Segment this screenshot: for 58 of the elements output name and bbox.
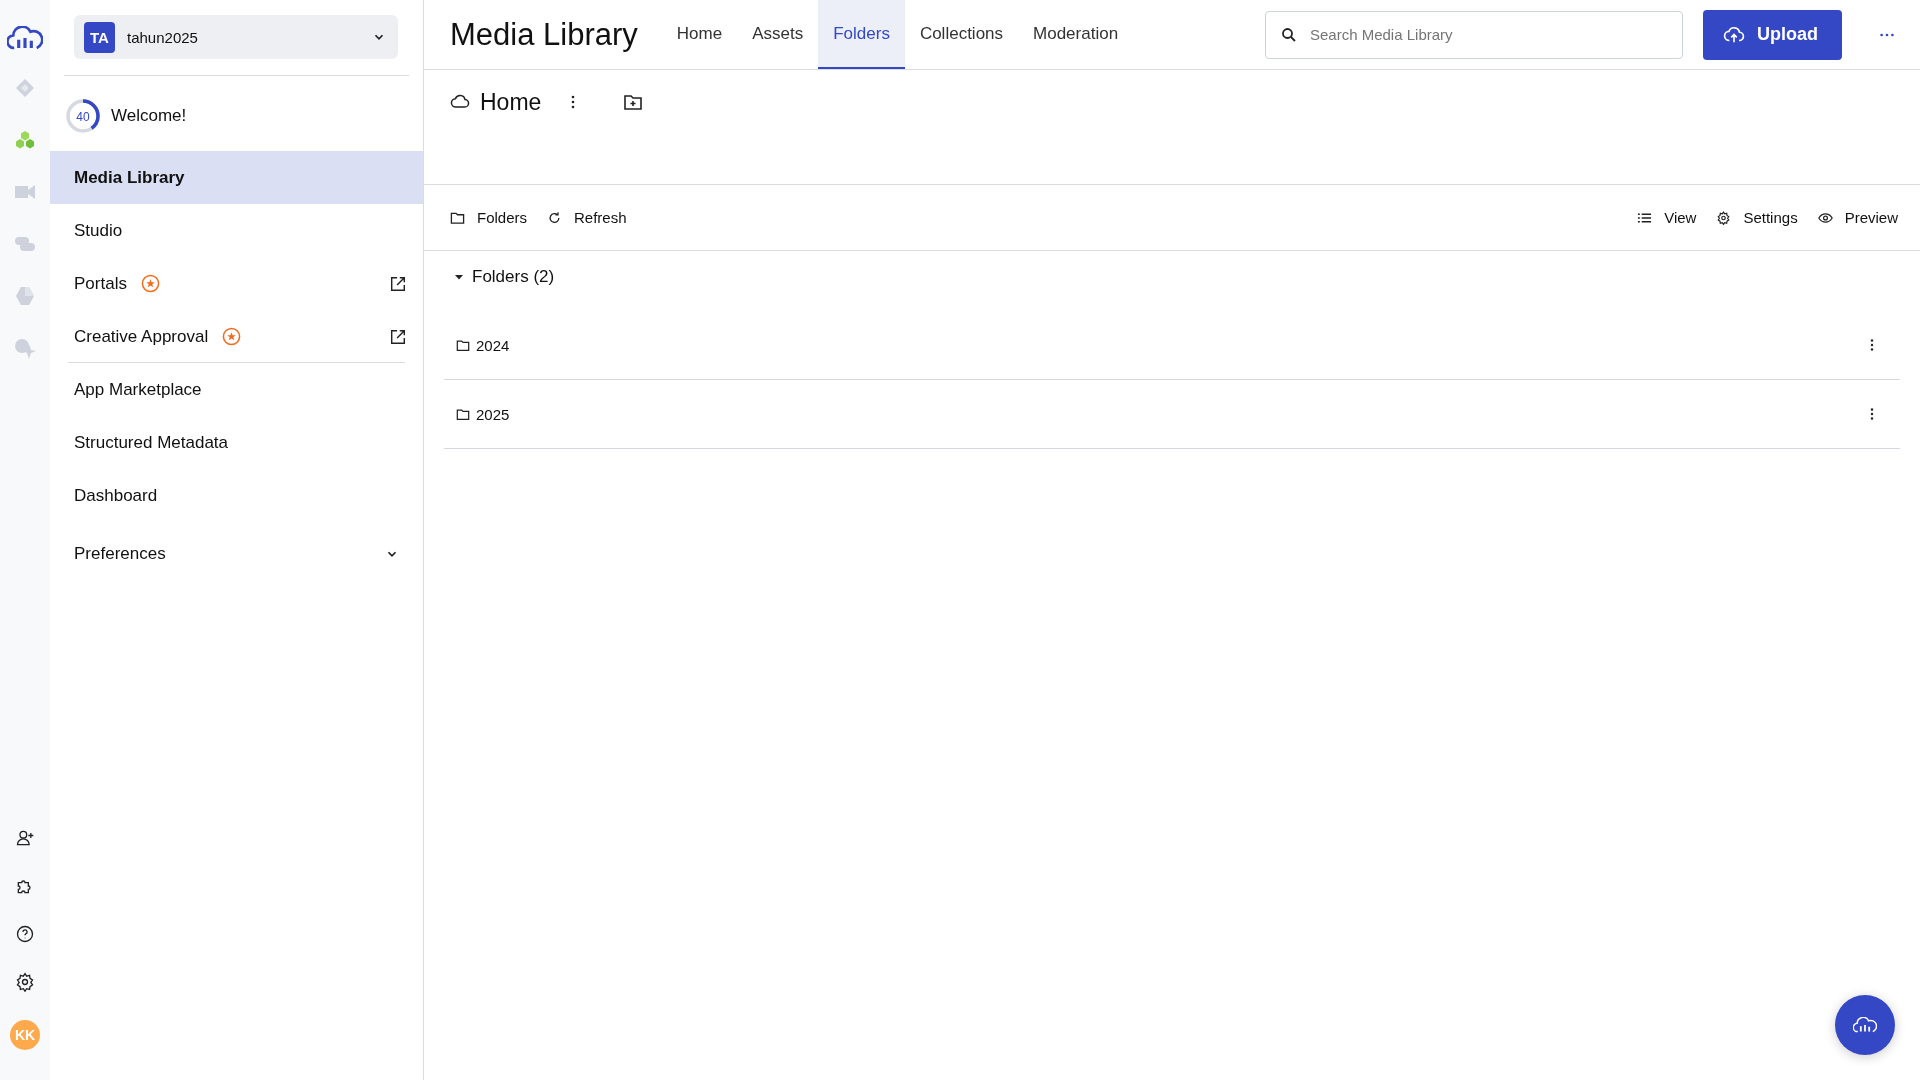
sidebar-item[interactable]: Portals: [50, 257, 423, 310]
kebab-menu-icon[interactable]: [571, 95, 576, 109]
more-icon[interactable]: [1878, 31, 1896, 38]
cloud-logo-icon: [1853, 1017, 1877, 1033]
folder-icon: [456, 407, 470, 421]
toolbar-button[interactable]: View: [1629, 203, 1705, 232]
sidebar-item[interactable]: Dashboard: [50, 469, 423, 522]
kebab-menu-icon[interactable]: [1870, 338, 1874, 352]
folder-name: 2025: [476, 405, 511, 423]
toolbar-button[interactable]: Preview: [1809, 203, 1906, 232]
nav-tab[interactable]: Collections: [904, 0, 1019, 69]
sidebar-item-label: Creative Approval: [74, 326, 209, 347]
toolbar-button[interactable]: Settings: [1708, 203, 1806, 232]
folder-row[interactable]: 2025: [444, 380, 1900, 449]
external-link-icon[interactable]: [389, 327, 407, 346]
breadcrumb-home[interactable]: Home: [480, 88, 542, 116]
sidebar-item-label: Structured Metadata: [74, 432, 229, 453]
sidebar-item[interactable]: App Marketplace: [50, 363, 423, 416]
sidebar-item-label: App Marketplace: [74, 379, 202, 400]
preferences-label: Preferences: [74, 544, 166, 564]
toolbar-button[interactable]: Refresh: [539, 203, 635, 232]
folder-icon: [456, 338, 470, 352]
account-initials: TA: [84, 21, 115, 53]
cloud-logo-icon[interactable]: [7, 26, 43, 50]
sidebar-item[interactable]: Studio: [50, 204, 423, 257]
folder-name: 2024: [476, 336, 511, 354]
toolbar-button[interactable]: Folders: [442, 203, 536, 232]
search-field[interactable]: Search Media Library: [1265, 10, 1683, 59]
welcome-link[interactable]: Welcome!: [111, 106, 187, 126]
nav-tab[interactable]: Moderation: [1018, 0, 1134, 69]
progress-ring: 40: [65, 98, 101, 134]
help-icon[interactable]: [15, 924, 35, 944]
folders-section-toggle[interactable]: Folders (2): [444, 251, 565, 301]
account-selector[interactable]: TA tahun2025: [74, 15, 398, 59]
nav-tab[interactable]: Home: [661, 0, 738, 69]
sidebar-item[interactable]: Media Library: [50, 151, 423, 204]
sidebar-item[interactable]: Structured Metadata: [50, 416, 423, 469]
sidebar-item-label: Dashboard: [74, 485, 158, 506]
account-name: tahun2025: [127, 28, 199, 46]
external-link-icon[interactable]: [389, 274, 407, 293]
sidebar-item-label: Studio: [74, 220, 123, 241]
kebab-menu-icon[interactable]: [1870, 407, 1874, 421]
settings-icon[interactable]: [15, 972, 35, 992]
folder-row[interactable]: 2024: [444, 301, 1900, 380]
sidebar-item-label: Media Library: [74, 167, 185, 188]
nav-tab[interactable]: Folders: [818, 0, 905, 69]
nav-tab[interactable]: Assets: [737, 0, 819, 69]
upload-button[interactable]: Upload: [1703, 9, 1842, 60]
sidebar-item-label: Portals: [74, 273, 127, 294]
help-chat-button[interactable]: [1835, 995, 1895, 1055]
add-user-icon[interactable]: [15, 828, 35, 848]
settings-icon: [1716, 210, 1732, 225]
folder-icon: [450, 210, 465, 225]
page-title: Media Library: [450, 16, 638, 53]
new-folder-icon[interactable]: [623, 93, 644, 111]
search-icon: [1281, 26, 1297, 43]
preferences-item[interactable]: Preferences: [50, 522, 423, 586]
eye-icon: [1817, 210, 1833, 225]
